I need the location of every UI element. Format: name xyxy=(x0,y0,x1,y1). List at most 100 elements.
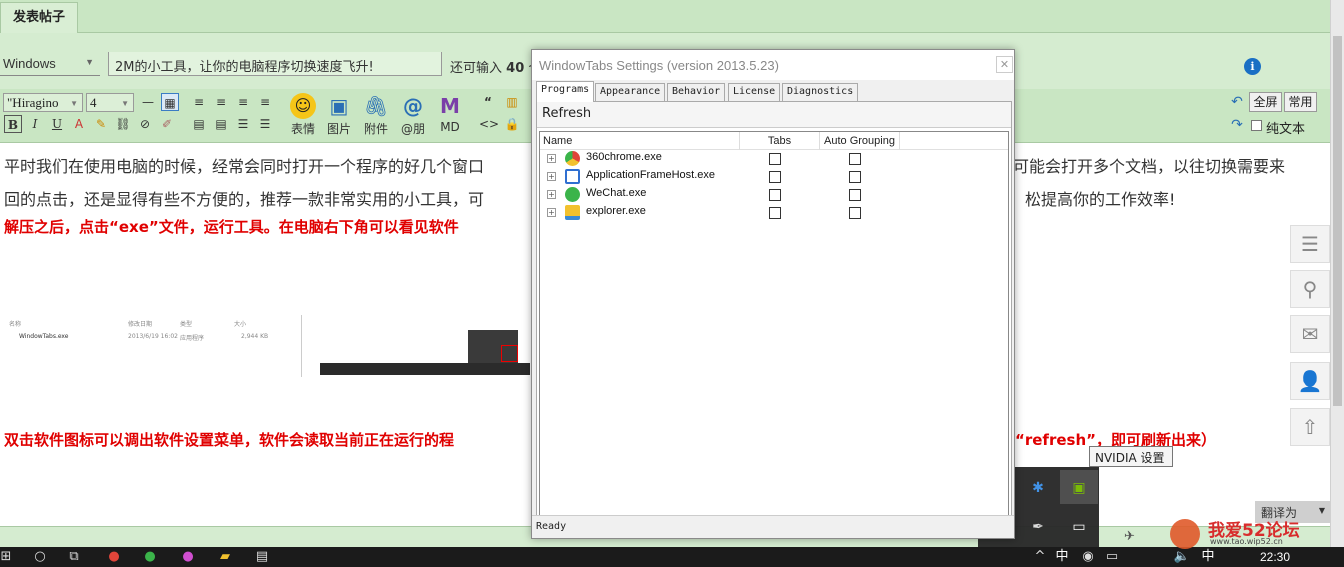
redo-icon[interactable]: ↷ xyxy=(1228,116,1246,134)
shot-file-date: 2013/6/19 16:02 xyxy=(128,333,178,340)
hide-icon[interactable]: ▥ xyxy=(503,93,521,111)
mention-button[interactable]: @ @朋 xyxy=(393,93,433,137)
tabs-checkbox[interactable] xyxy=(769,189,781,201)
program-name: explorer.exe xyxy=(586,205,646,217)
back-to-top-icon[interactable]: ⇧ xyxy=(1290,408,1330,446)
nvidia-icon[interactable]: ▣ xyxy=(1067,476,1091,500)
search-icon[interactable]: ○ xyxy=(28,547,52,567)
tab-post[interactable]: 发表帖子 xyxy=(0,2,78,33)
underline-button[interactable]: U xyxy=(48,115,66,133)
auto-grouping-checkbox[interactable] xyxy=(849,171,861,183)
italic-button[interactable]: I xyxy=(26,115,44,133)
tabs-checkbox[interactable] xyxy=(769,153,781,165)
hr-icon[interactable]: — xyxy=(139,93,157,111)
browser-icon[interactable]: ● xyxy=(176,547,200,567)
tab-programs[interactable]: Programs xyxy=(536,81,595,102)
search-icon[interactable]: ⚲ xyxy=(1290,270,1330,308)
scrollbar-thumb[interactable] xyxy=(1333,36,1342,406)
align-right-icon[interactable]: ≡ xyxy=(234,93,252,111)
user-icon[interactable]: 👤 xyxy=(1290,362,1330,400)
chevron-down-icon: ▼ xyxy=(121,99,129,108)
list-item[interactable]: + WeChat.exe xyxy=(540,186,1008,204)
wechat-icon[interactable]: ● xyxy=(138,547,162,567)
tab-appearance[interactable]: Appearance xyxy=(595,83,666,101)
tab-license[interactable]: License xyxy=(728,83,781,101)
title-input[interactable]: 2M的小工具，让你的电脑程序切换速度飞升! xyxy=(108,52,442,76)
task-view-icon[interactable]: ⧉ xyxy=(62,547,86,567)
list-header: Name Tabs Auto Grouping xyxy=(540,132,1008,150)
col-tabs[interactable]: Tabs xyxy=(740,132,820,150)
chrome-icon[interactable]: ● xyxy=(102,547,126,567)
bluetooth-icon[interactable]: ✱ xyxy=(1026,476,1050,500)
image-button[interactable]: ▣ 图片 xyxy=(319,93,359,137)
attach-button[interactable]: 🖇 附件 xyxy=(356,93,396,137)
align-justify-icon[interactable]: ≡ xyxy=(256,93,274,111)
expand-icon[interactable]: + xyxy=(547,154,556,163)
close-icon[interactable]: ✕ xyxy=(996,56,1013,73)
shot-file-size: 2,944 KB xyxy=(241,333,269,340)
link-icon[interactable]: ⛓ xyxy=(114,115,132,133)
fullscreen-button[interactable]: 全屏 xyxy=(1249,92,1282,112)
float-left-icon[interactable]: ▤ xyxy=(190,115,208,133)
size-select[interactable]: 4 ▼ xyxy=(86,93,134,112)
expand-icon[interactable]: + xyxy=(547,190,556,199)
shot-file-name: WindowTabs.exe xyxy=(19,333,69,340)
windowtabs-icon[interactable]: ▭ xyxy=(1067,515,1091,539)
page-scrollbar[interactable] xyxy=(1330,0,1344,547)
markdown-button[interactable]: M MD xyxy=(430,93,470,134)
chevron-up-icon[interactable]: ^ xyxy=(1028,547,1052,567)
unlink-icon[interactable]: ⊘ xyxy=(136,115,154,133)
file-icon[interactable]: ▤ xyxy=(250,547,274,567)
wechat-icon[interactable]: ✉ xyxy=(1290,315,1330,353)
paragraph-1-left: 平时我们在使用电脑的时候，经常会同时打开一个程序的好几个窗口 xyxy=(4,157,485,176)
tabs-checkbox[interactable] xyxy=(769,207,781,219)
align-left-icon[interactable]: ≡ xyxy=(190,93,208,111)
plain-text-checkbox[interactable] xyxy=(1251,120,1262,131)
code-icon[interactable]: <> xyxy=(479,115,499,133)
ordered-list-icon[interactable]: ☰ xyxy=(234,115,252,133)
bold-button[interactable]: B xyxy=(4,115,22,133)
float-right-icon[interactable]: ▤ xyxy=(212,115,230,133)
menu-icon[interactable]: ☰ xyxy=(1290,225,1330,263)
col-auto-grouping[interactable]: Auto Grouping xyxy=(820,132,900,150)
unordered-list-icon[interactable]: ☰ xyxy=(256,115,274,133)
auto-grouping-checkbox[interactable] xyxy=(849,207,861,219)
bg-color-icon[interactable]: ✎ xyxy=(92,115,110,133)
pen-icon[interactable]: ✒ xyxy=(1026,515,1050,539)
font-select[interactable]: "Hiragino ▼ xyxy=(3,93,83,112)
window-title: WindowTabs Settings (version 2013.5.23) xyxy=(532,50,1014,80)
windows-start-icon[interactable]: ⊞ xyxy=(0,547,18,567)
table-icon[interactable]: ▦ xyxy=(161,93,179,111)
quote-icon[interactable]: “ xyxy=(479,93,497,111)
font-color-icon[interactable]: A xyxy=(70,115,88,133)
lock-icon[interactable]: 🔒 xyxy=(503,115,521,133)
folder-icon xyxy=(565,205,580,220)
folder-icon[interactable]: ▰ xyxy=(213,547,237,567)
tab-behavior[interactable]: Behavior xyxy=(667,83,726,101)
program-name: ApplicationFrameHost.exe xyxy=(586,169,716,181)
expand-icon[interactable]: + xyxy=(547,208,556,217)
list-item[interactable]: + ApplicationFrameHost.exe xyxy=(540,168,1008,186)
category-select[interactable]: Windows ▼ xyxy=(0,52,100,76)
rocket-icon[interactable]: ✈ xyxy=(1124,529,1135,544)
ime-indicator[interactable]: 中 xyxy=(1050,547,1074,567)
tabs-checkbox[interactable] xyxy=(769,171,781,183)
common-button[interactable]: 常用 xyxy=(1284,92,1317,112)
info-icon[interactable]: i xyxy=(1244,58,1261,75)
clear-format-icon[interactable]: ✐ xyxy=(158,115,176,133)
list-item[interactable]: + explorer.exe xyxy=(540,204,1008,222)
auto-grouping-checkbox[interactable] xyxy=(849,153,861,165)
expand-icon[interactable]: + xyxy=(547,172,556,181)
emoji-button[interactable]: ☺ 表情 xyxy=(283,93,323,137)
attach-label: 附件 xyxy=(363,122,388,136)
tab-diagnostics[interactable]: Diagnostics xyxy=(782,83,859,101)
markdown-label: MD xyxy=(440,120,460,134)
list-item[interactable]: + 360chrome.exe xyxy=(540,150,1008,168)
refresh-button[interactable]: Refresh xyxy=(537,102,1011,128)
auto-grouping-checkbox[interactable] xyxy=(849,189,861,201)
undo-icon[interactable]: ↶ xyxy=(1228,93,1246,111)
col-name[interactable]: Name xyxy=(540,132,740,150)
network-icon[interactable]: ▭ xyxy=(1100,547,1124,567)
align-center-icon[interactable]: ≡ xyxy=(212,93,230,111)
record-icon[interactable]: ◉ xyxy=(1076,547,1100,567)
